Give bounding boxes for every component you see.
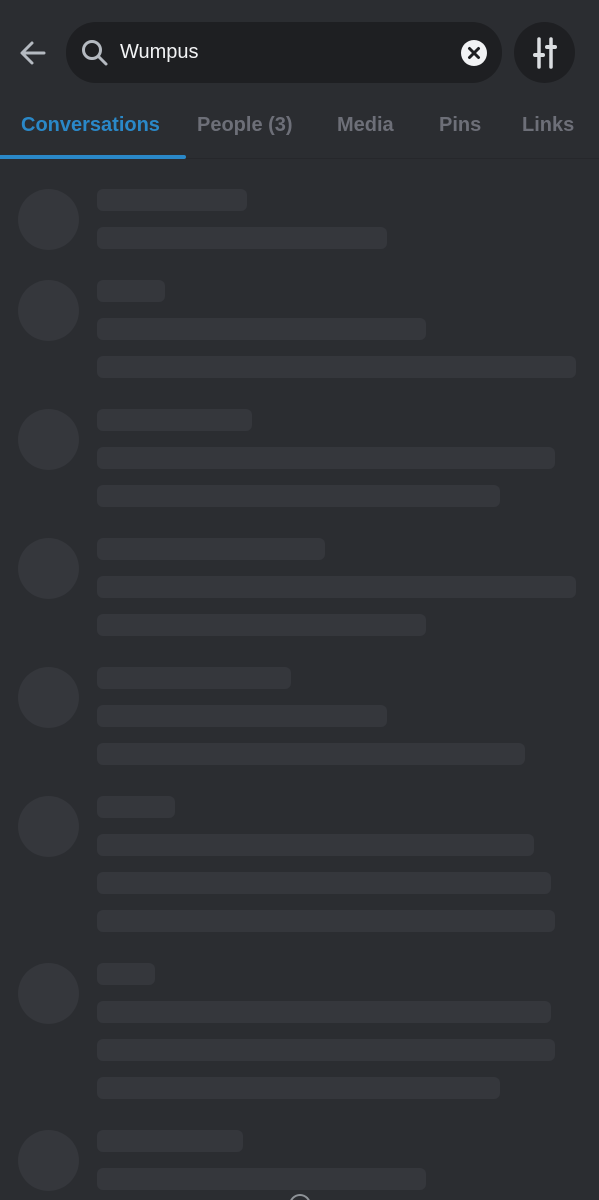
skeleton-line xyxy=(97,280,165,302)
skeleton-line xyxy=(97,872,551,894)
results-loading-skeleton xyxy=(0,160,599,1200)
filter-button[interactable] xyxy=(514,22,575,83)
skeleton-avatar xyxy=(18,409,79,470)
tab-pins[interactable]: Pins xyxy=(439,112,481,138)
active-tab-indicator xyxy=(0,155,186,159)
skeleton-line xyxy=(97,963,155,985)
skeleton-line xyxy=(97,1039,555,1061)
tab-media[interactable]: Media xyxy=(337,112,394,138)
skeleton-line xyxy=(97,796,175,818)
skeleton-avatar xyxy=(18,963,79,1024)
skeleton-line xyxy=(97,743,525,765)
skeleton-line xyxy=(97,1077,500,1099)
clear-search-button[interactable] xyxy=(460,39,488,67)
skeleton-avatar xyxy=(18,280,79,341)
tab-links[interactable]: Links xyxy=(522,112,574,138)
search-icon xyxy=(82,40,108,66)
skeleton-line xyxy=(97,409,252,431)
tab-people[interactable]: People (3) xyxy=(197,112,293,138)
search-bar[interactable] xyxy=(66,22,502,83)
skeleton-line xyxy=(97,356,576,378)
search-input[interactable] xyxy=(120,36,450,68)
back-button[interactable] xyxy=(12,32,54,74)
skeleton-line xyxy=(97,538,325,560)
skeleton-avatar xyxy=(18,538,79,599)
skeleton-line xyxy=(97,834,534,856)
skeleton-line xyxy=(97,667,291,689)
skeleton-line xyxy=(97,614,426,636)
search-results-screen: Conversations People (3) Media Pins Link… xyxy=(0,0,599,1200)
search-tabs: Conversations People (3) Media Pins Link… xyxy=(0,100,599,159)
search-header xyxy=(0,0,599,100)
sliders-icon xyxy=(532,36,557,69)
skeleton-line xyxy=(97,1168,426,1190)
skeleton-line xyxy=(97,1130,243,1152)
skeleton-line xyxy=(97,447,555,469)
arrow-left-icon xyxy=(20,41,46,65)
skeleton-avatar xyxy=(18,667,79,728)
skeleton-line xyxy=(97,576,576,598)
skeleton-line xyxy=(97,705,387,727)
skeleton-line xyxy=(97,227,387,249)
skeleton-line xyxy=(97,485,500,507)
skeleton-avatar xyxy=(18,1130,79,1191)
skeleton-line xyxy=(97,189,247,211)
skeleton-avatar xyxy=(18,796,79,857)
skeleton-line xyxy=(97,910,555,932)
skeleton-line xyxy=(97,318,426,340)
skeleton-line xyxy=(97,1001,551,1023)
tab-conversations[interactable]: Conversations xyxy=(21,112,160,138)
skeleton-avatar xyxy=(18,189,79,250)
